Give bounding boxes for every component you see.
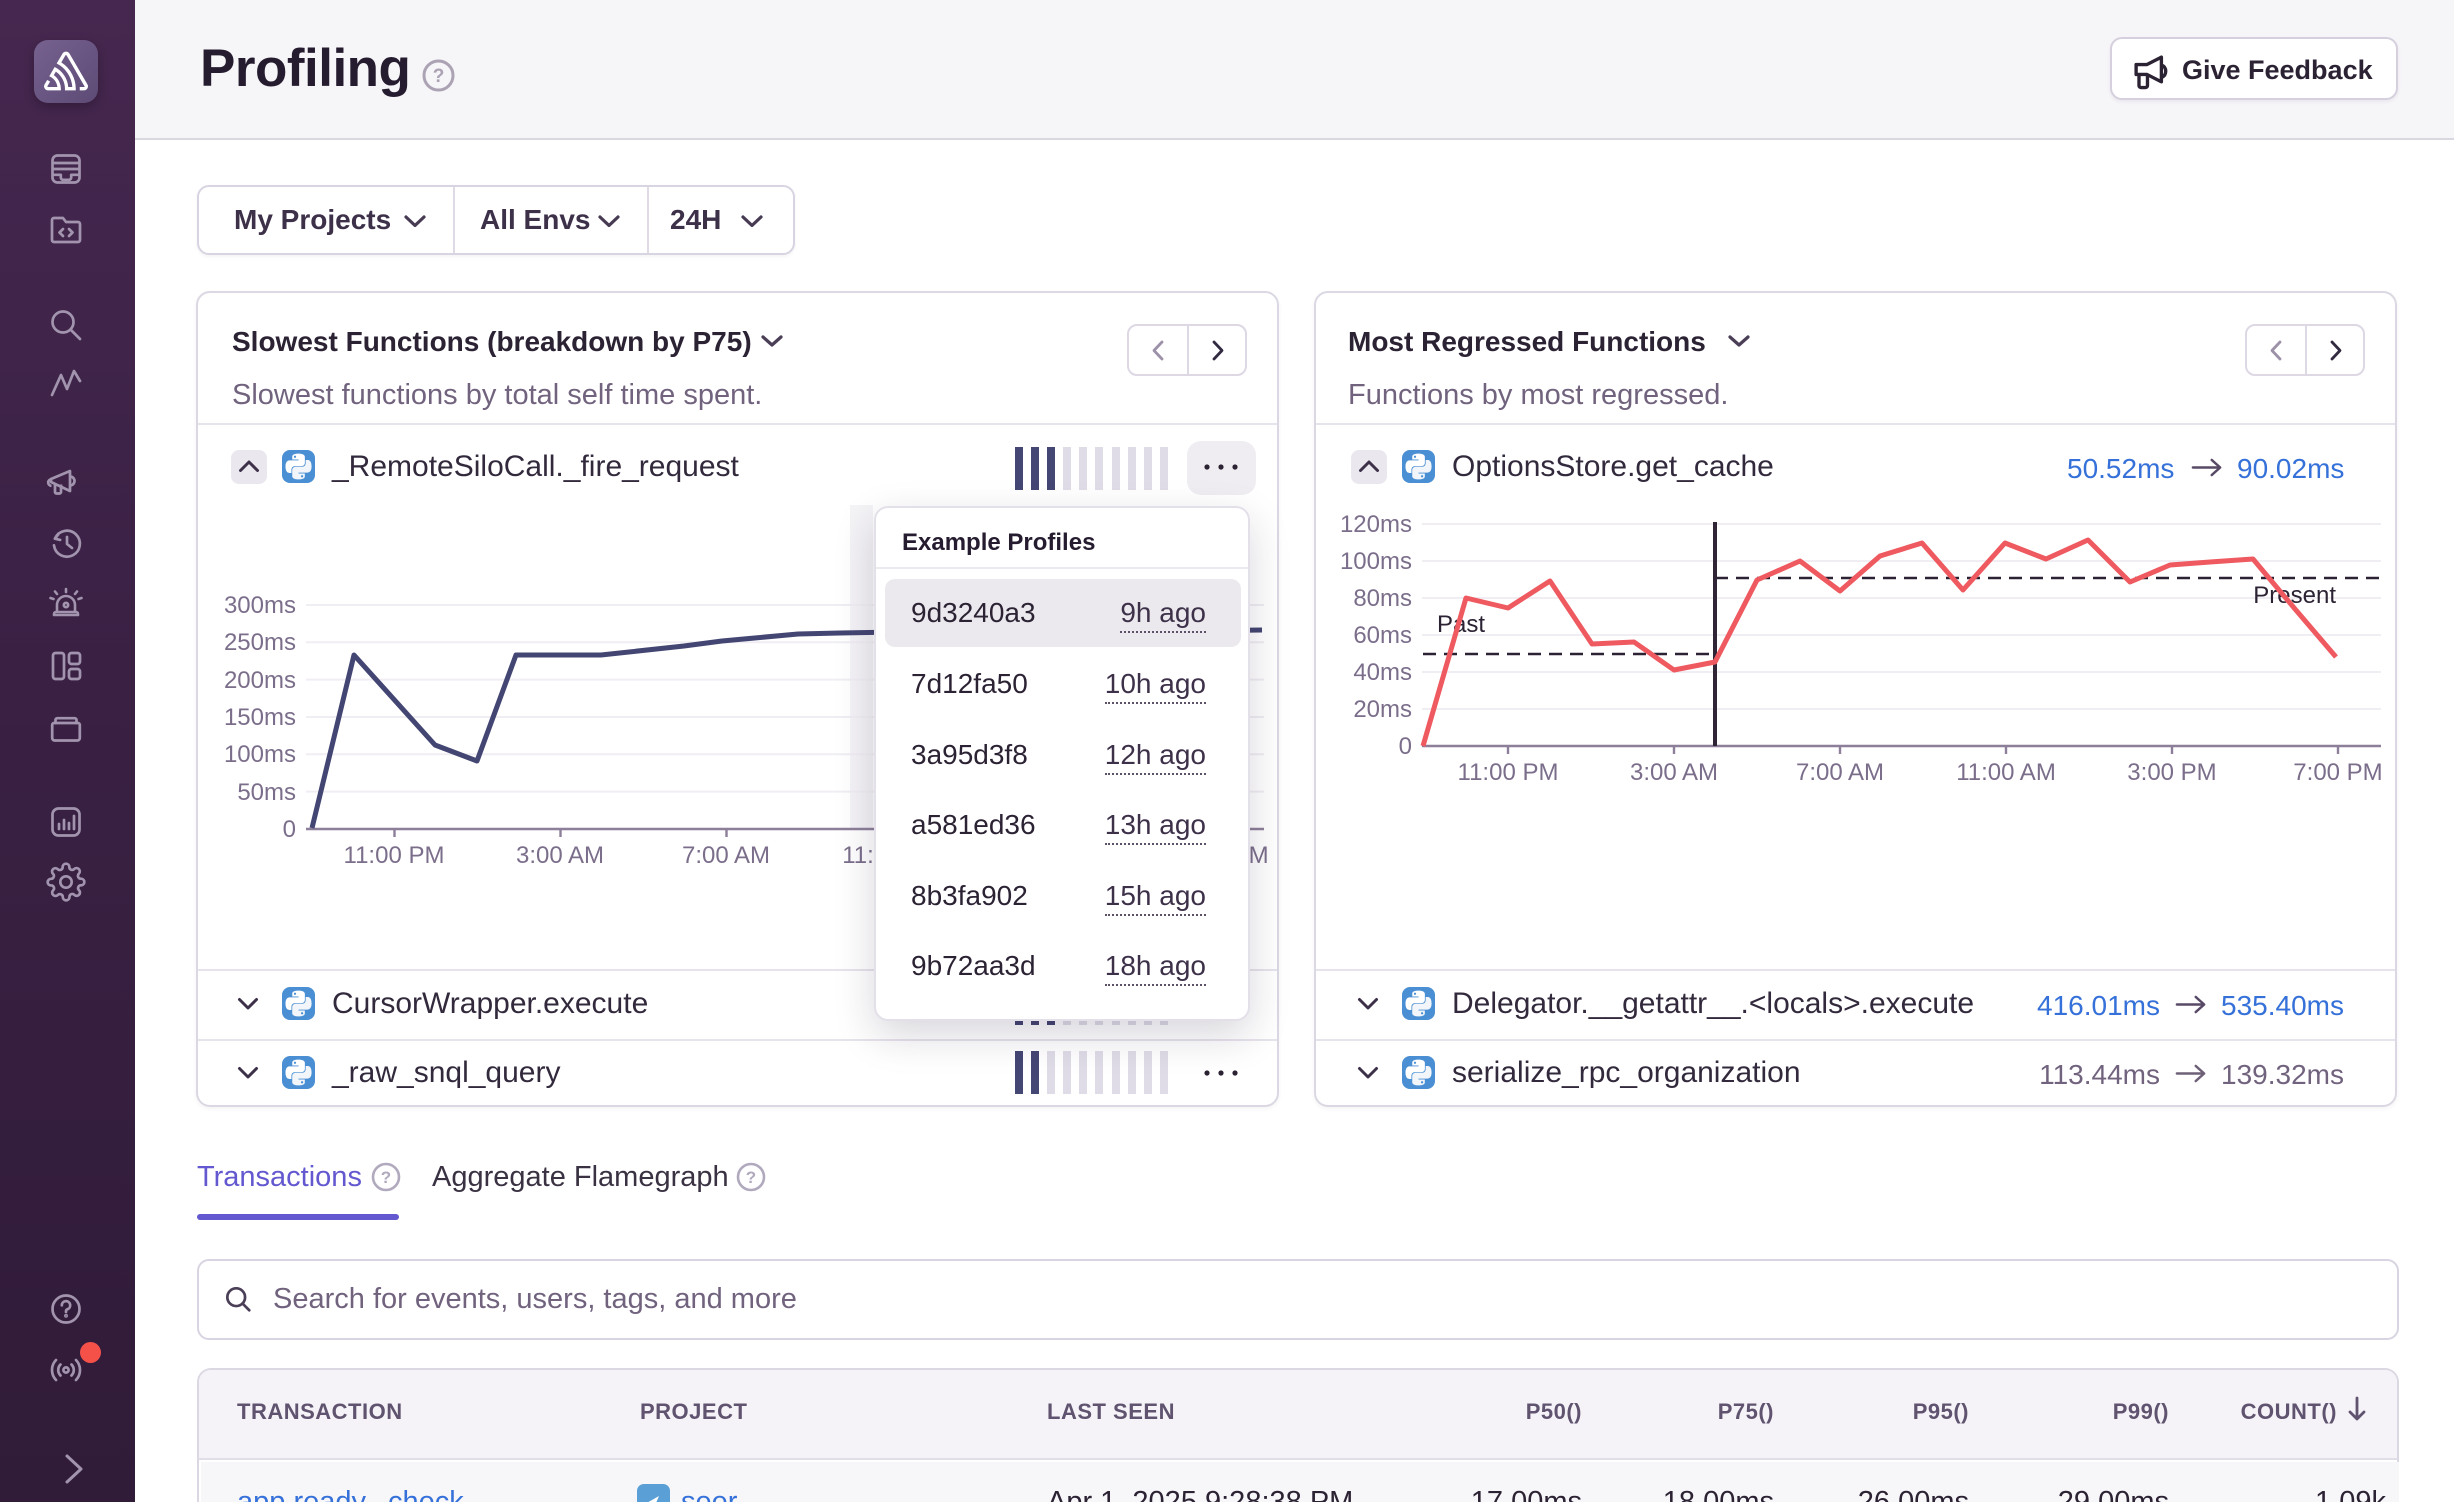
svg-text:0: 0 (283, 816, 296, 843)
svg-text:100ms: 100ms (224, 741, 296, 768)
svg-text:3:00 AM: 3:00 AM (516, 842, 604, 869)
svg-text:120ms: 120ms (1340, 511, 1412, 538)
svg-text:100ms: 100ms (1340, 548, 1412, 575)
svg-text:60ms: 60ms (1353, 622, 1412, 649)
svg-text:150ms: 150ms (224, 704, 296, 731)
svg-text:3:00 AM: 3:00 AM (1630, 759, 1718, 786)
svg-text:?: ? (746, 1168, 756, 1187)
svg-text:?: ? (433, 66, 445, 87)
svg-text:7:00 AM: 7:00 AM (1796, 759, 1884, 786)
svg-text:40ms: 40ms (1353, 659, 1412, 686)
svg-text:3:00 PM: 3:00 PM (2127, 759, 2216, 786)
svg-text:300ms: 300ms (224, 592, 296, 619)
svg-text:50ms: 50ms (237, 779, 296, 806)
svg-text:250ms: 250ms (224, 629, 296, 656)
svg-text:7:00 PM: 7:00 PM (2293, 759, 2382, 786)
svg-text:11:00 PM: 11:00 PM (344, 842, 445, 869)
svg-text:11:00 AM: 11:00 AM (1956, 759, 2056, 786)
svg-text:?: ? (381, 1168, 391, 1187)
svg-text:20ms: 20ms (1353, 696, 1412, 723)
svg-text:200ms: 200ms (224, 667, 296, 694)
svg-text:0: 0 (1399, 733, 1412, 760)
svg-text:7:00 AM: 7:00 AM (682, 842, 770, 869)
svg-text:11:00 PM: 11:00 PM (1458, 759, 1559, 786)
svg-text:80ms: 80ms (1353, 585, 1412, 612)
